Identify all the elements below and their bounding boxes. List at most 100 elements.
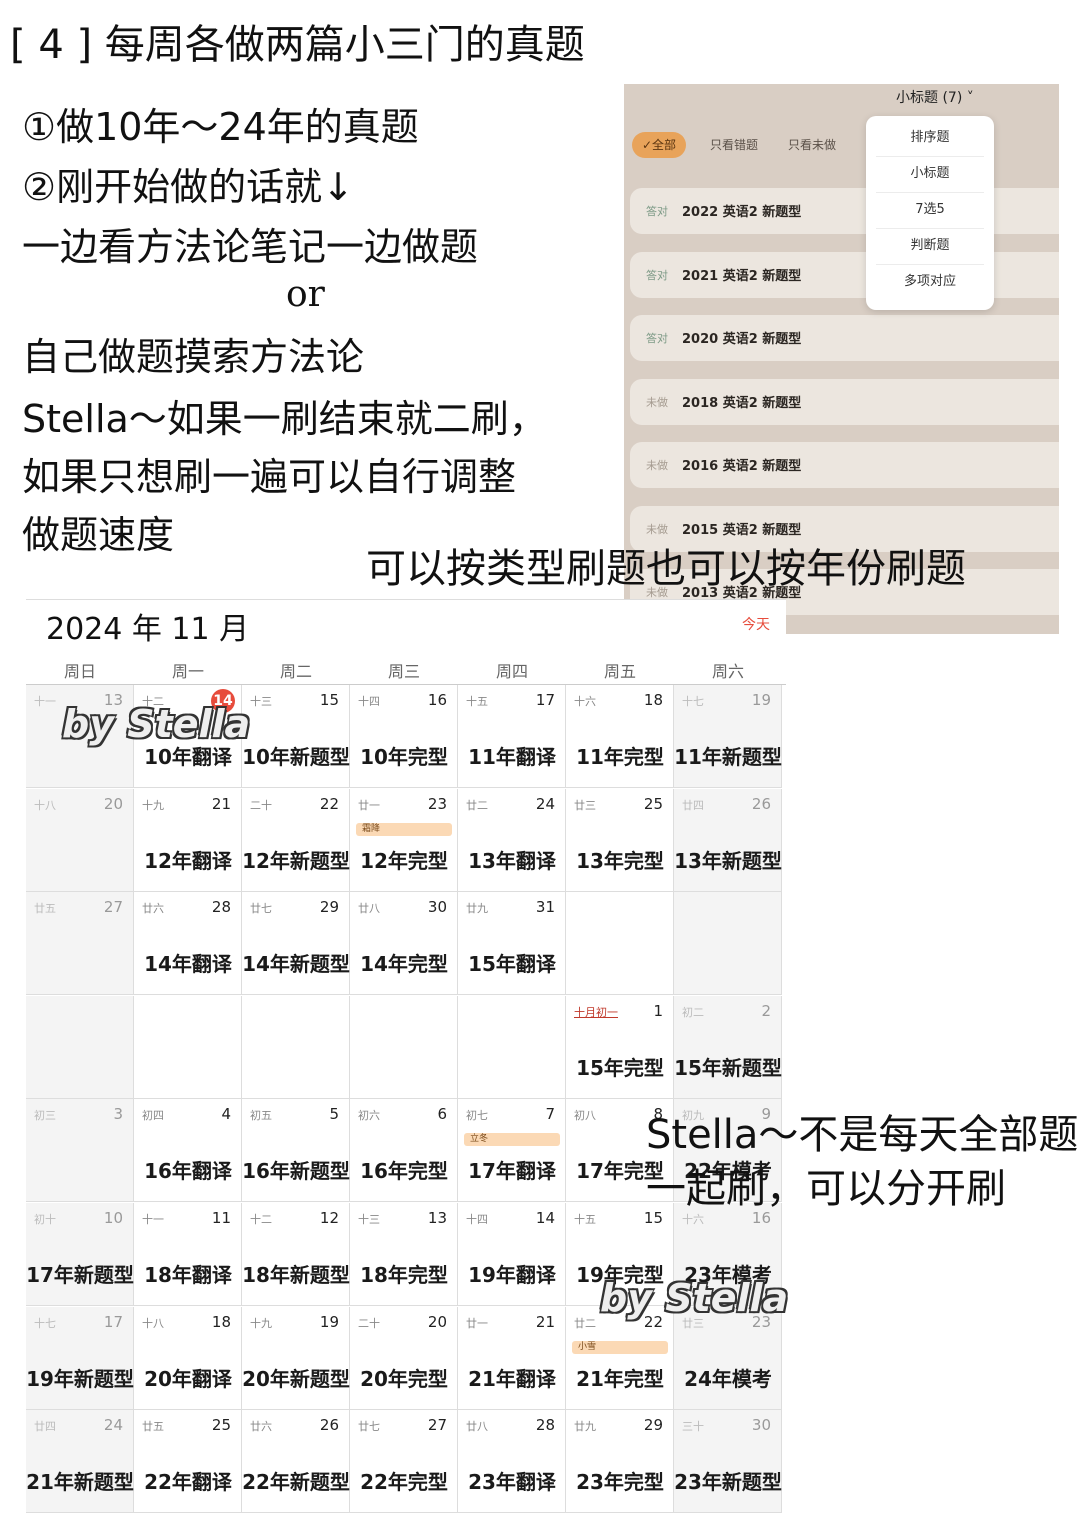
status-badge: 答对 xyxy=(646,205,668,218)
lunar-date: 十五 xyxy=(574,1213,596,1226)
calendar-day-cell[interactable]: 廿三 25 13年完型 xyxy=(566,788,674,892)
calendar-day-cell[interactable] xyxy=(566,892,674,996)
menu-item-sorting[interactable]: 排序题 xyxy=(876,120,984,157)
calendar-day-cell[interactable]: 二十 20 20年完型 xyxy=(350,1306,458,1410)
calendar-day-cell[interactable]: 廿五 27 xyxy=(26,892,134,996)
study-plan-label: 23年完型 xyxy=(576,1470,664,1495)
calendar-day-cell[interactable]: 廿九 29 23年完型 xyxy=(566,1410,674,1514)
calendar-day-cell[interactable]: 十二 12 18年新题型 xyxy=(242,1203,350,1306)
lunar-date: 十九 xyxy=(142,798,164,812)
menu-item-subheading[interactable]: 小标题 xyxy=(876,156,984,193)
menu-item-true-false[interactable]: 判断题 xyxy=(876,228,984,265)
day-number: 5 xyxy=(329,1105,339,1124)
lunar-date: 初三 xyxy=(34,1109,56,1123)
calendar-day-cell[interactable]: 初四 4 16年翻译 xyxy=(134,1099,242,1203)
today-button[interactable]: 今天 xyxy=(742,614,770,634)
calendar-day-cell[interactable] xyxy=(242,995,350,1099)
calendar-day-cell[interactable] xyxy=(674,892,782,996)
study-plan-label: 14年新题型 xyxy=(242,952,350,977)
calendar-day-cell[interactable]: 初二 2 15年新题型 xyxy=(674,995,782,1099)
calendar-day-cell[interactable]: 十八 20 xyxy=(26,788,134,892)
calendar-month-title: 2024 年 11 月 xyxy=(46,612,250,647)
calendar-day-cell[interactable]: 廿一 23 霜降 12年完型 xyxy=(350,788,458,892)
day-number: 28 xyxy=(535,1416,555,1435)
study-plan-label: 20年完型 xyxy=(360,1366,448,1391)
calendar-day-cell[interactable]: 十七 19 11年新题型 xyxy=(674,685,782,788)
calendar-day-cell[interactable]: 廿二 24 13年翻译 xyxy=(458,788,566,892)
calendar-day-cell[interactable]: 初六 6 16年完型 xyxy=(350,1099,458,1203)
calendar-day-cell[interactable]: 廿一 21 21年翻译 xyxy=(458,1306,566,1410)
study-plan-label: 15年完型 xyxy=(576,1055,664,1080)
lunar-date: 十三 xyxy=(358,1213,380,1226)
day-number: 18 xyxy=(643,691,663,709)
calendar-day-cell[interactable]: 十九 21 12年翻译 xyxy=(134,788,242,892)
calendar-day-cell[interactable]: 廿三 23 24年模考 xyxy=(674,1306,782,1410)
caption-2-line-2: 一起刷，可以分开刷 xyxy=(646,1166,1006,1212)
solar-term-event[interactable]: 小雪 xyxy=(572,1340,668,1354)
calendar-day-cell[interactable]: 廿八 28 23年翻译 xyxy=(458,1410,566,1514)
subtype-dropdown[interactable]: 小标题 (7) ˅ xyxy=(896,87,974,107)
study-plan-label: 11年新题型 xyxy=(674,745,782,769)
calendar-day-cell[interactable]: 廿七 29 14年新题型 xyxy=(242,892,350,996)
day-number: 12 xyxy=(319,1209,339,1227)
calendar-day-cell[interactable]: 廿四 26 13年新题型 xyxy=(674,788,782,892)
calendar-day-cell[interactable]: 十五 17 11年翻译 xyxy=(458,685,566,788)
lunar-date: 廿一 xyxy=(466,1316,488,1330)
calendar-day-cell[interactable]: 十四 16 10年完型 xyxy=(350,685,458,788)
status-badge: 答对 xyxy=(646,269,668,282)
filter-all[interactable]: ✓全部 xyxy=(632,132,687,158)
lunar-date: 十四 xyxy=(358,695,380,708)
filter-wrong-only[interactable]: 只看错题 xyxy=(700,132,768,158)
calendar-day-cell[interactable]: 初五 5 16年新题型 xyxy=(242,1099,350,1203)
calendar-day-cell[interactable]: 十四 14 19年翻译 xyxy=(458,1203,566,1306)
calendar-day-cell[interactable]: 廿九 31 15年翻译 xyxy=(458,892,566,996)
calendar-day-cell[interactable]: 廿六 28 14年翻译 xyxy=(134,892,242,996)
menu-item-matching[interactable]: 多项对应 xyxy=(876,264,984,300)
calendar-day-cell[interactable]: 十月初一 1 15年完型 xyxy=(566,995,674,1099)
study-plan-label: 13年新题型 xyxy=(674,848,782,873)
filter-undone-only[interactable]: 只看未做 xyxy=(778,132,846,158)
study-plan-label: 14年完型 xyxy=(360,952,448,977)
lunar-date: 二十 xyxy=(250,798,272,812)
question-row[interactable]: 未做 2016 英语2 新题型 xyxy=(630,442,1059,488)
calendar-day-cell[interactable]: 十八 18 20年翻译 xyxy=(134,1306,242,1410)
calendar-day-cell[interactable]: 十九 19 20年新题型 xyxy=(242,1306,350,1410)
calendar-day-cell[interactable] xyxy=(134,995,242,1099)
lunar-date: 十六 xyxy=(574,695,596,708)
menu-item-7of5[interactable]: 7选5 xyxy=(876,192,984,229)
calendar-day-cell[interactable]: 廿六 26 22年新题型 xyxy=(242,1410,350,1514)
study-plan-label: 12年完型 xyxy=(360,848,448,873)
study-plan-label: 20年新题型 xyxy=(242,1366,350,1391)
calendar-day-cell[interactable]: 初十 10 17年新题型 xyxy=(26,1203,134,1306)
calendar-day-cell[interactable] xyxy=(26,995,134,1099)
calendar-day-cell[interactable] xyxy=(458,995,566,1099)
question-row[interactable]: 答对 2022 英语2 新题型 xyxy=(630,188,1059,234)
calendar-day-cell[interactable]: 十三 15 10年新题型 xyxy=(242,685,350,788)
calendar-day-cell[interactable]: 十七 17 19年新题型 xyxy=(26,1306,134,1410)
lunar-date: 初八 xyxy=(574,1109,596,1123)
calendar-day-cell[interactable]: 廿八 30 14年完型 xyxy=(350,892,458,996)
calendar-day-cell[interactable]: 初三 3 xyxy=(26,1099,134,1203)
calendar-day-cell[interactable] xyxy=(350,995,458,1099)
calendar-day-cell[interactable]: 十六 18 11年完型 xyxy=(566,685,674,788)
calendar-day-cell[interactable]: 二十 22 12年新题型 xyxy=(242,788,350,892)
calendar-day-cell[interactable]: 十三 13 18年完型 xyxy=(350,1203,458,1306)
question-row[interactable]: 未做 2018 英语2 新题型 xyxy=(630,379,1059,425)
lunar-date: 廿九 xyxy=(574,1420,596,1434)
calendar-day-cell[interactable]: 廿二 22 小雪 21年完型 xyxy=(566,1306,674,1410)
solar-term-event[interactable]: 霜降 xyxy=(356,822,452,836)
day-number: 20 xyxy=(103,794,123,813)
calendar-day-cell[interactable]: 廿七 27 22年完型 xyxy=(350,1410,458,1514)
calendar-day-cell[interactable]: 初七 7 立冬 17年翻译 xyxy=(458,1099,566,1203)
status-badge: 未做 xyxy=(646,396,668,409)
weekday-header: 周一 xyxy=(171,662,204,681)
calendar-day-cell[interactable]: 廿四 24 21年新题型 xyxy=(26,1410,134,1514)
calendar-day-cell[interactable]: 十一 11 18年翻译 xyxy=(134,1203,242,1306)
question-row[interactable]: 答对 2021 英语2 新题型 xyxy=(630,252,1059,298)
calendar-day-cell[interactable]: 廿五 25 22年翻译 xyxy=(134,1410,242,1514)
study-plan-label: 12年翻译 xyxy=(144,848,232,873)
lunar-date: 十七 xyxy=(682,695,704,708)
question-row[interactable]: 答对 2020 英语2 新题型 xyxy=(630,315,1059,361)
calendar-day-cell[interactable]: 三十 30 23年新题型 xyxy=(674,1410,782,1514)
solar-term-event[interactable]: 立冬 xyxy=(464,1133,560,1147)
